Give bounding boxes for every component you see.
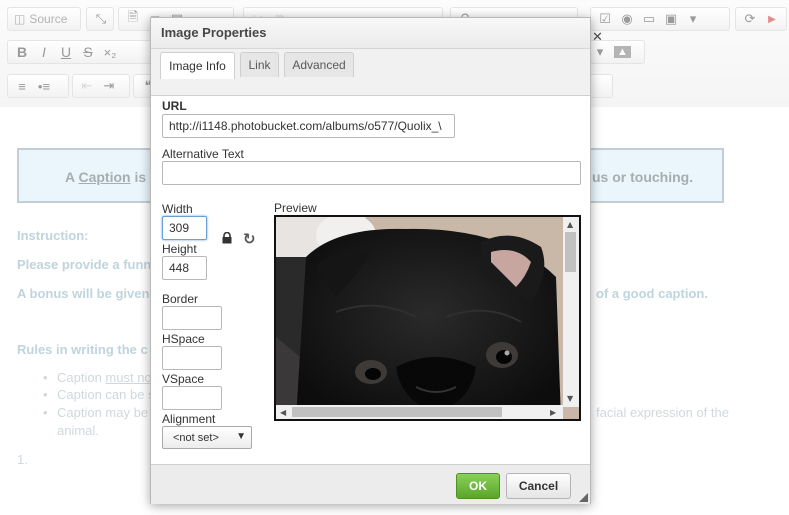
width-label: Width (162, 202, 193, 216)
border-input[interactable] (162, 306, 222, 330)
alignment-value: <not set> (173, 431, 219, 444)
border-label: Border (162, 292, 199, 306)
vspace-input[interactable] (162, 386, 222, 410)
image-preview: ▲ ▼ ◀ ▶ (274, 215, 581, 421)
alignment-select[interactable]: <not set> ▼ (162, 426, 252, 449)
ok-button[interactable]: OK (456, 473, 500, 499)
alt-text-label: Alternative Text (162, 147, 244, 161)
dialog-title: Image Properties (161, 25, 267, 40)
url-input[interactable]: http://i1148.photobucket.com/albums/o577… (162, 114, 455, 138)
dialog-footer: OK Cancel (151, 464, 590, 504)
svg-text:▲: ▲ (567, 220, 574, 229)
hspace-label: HSpace (162, 332, 205, 346)
tab-advanced[interactable]: Advanced (284, 52, 354, 77)
dialog-tabs: Image Info Link Advanced (151, 49, 590, 96)
reset-size-icon[interactable]: ↻ (243, 230, 256, 248)
close-icon: ✕ (592, 29, 603, 44)
tab-image-info[interactable]: Image Info (160, 52, 235, 79)
height-input[interactable]: 448 (162, 256, 207, 280)
tab-link[interactable]: Link (240, 52, 279, 77)
preview-label: Preview (274, 201, 317, 215)
url-label: URL (162, 99, 187, 113)
pug-photo: ▲ ▼ ◀ ▶ (276, 217, 579, 419)
image-properties-dialog: Image Properties ✕ Image Info Link Advan… (150, 17, 603, 504)
dialog-title-bar[interactable]: Image Properties ✕ (151, 18, 603, 49)
svg-text:▶: ▶ (550, 408, 557, 417)
width-input[interactable]: 309 (162, 216, 207, 240)
hspace-input[interactable] (162, 346, 222, 370)
alt-text-input[interactable] (162, 161, 581, 185)
cancel-button[interactable]: Cancel (506, 473, 571, 499)
vspace-label: VSpace (162, 372, 205, 386)
lock-ratio-icon[interactable] (222, 232, 232, 244)
chevron-down-icon: ▼ (236, 431, 246, 442)
resize-handle-icon[interactable] (579, 493, 588, 502)
alignment-label: Alignment (162, 412, 216, 426)
height-label: Height (162, 242, 197, 256)
svg-text:▼: ▼ (567, 394, 574, 403)
svg-text:◀: ◀ (280, 408, 287, 417)
